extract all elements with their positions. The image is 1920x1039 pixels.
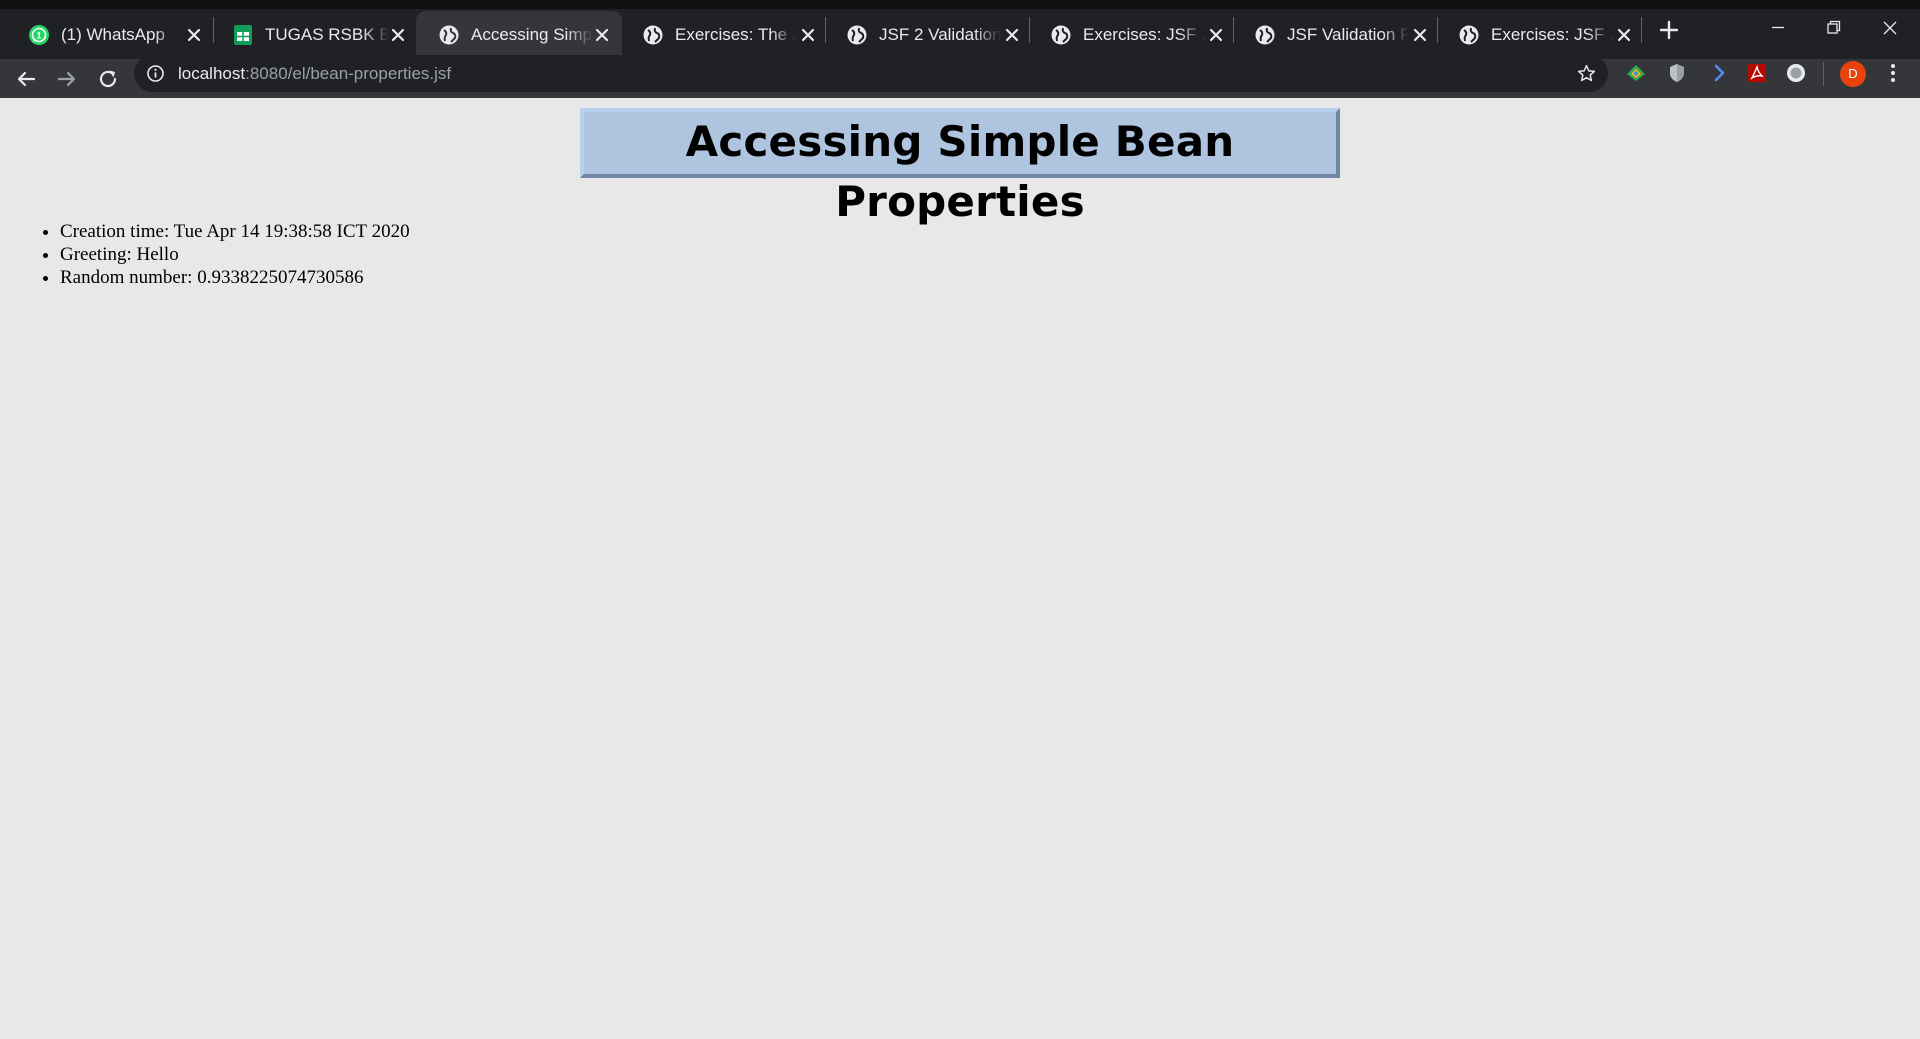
close-icon[interactable] <box>388 25 408 45</box>
tab-title: Exercises: The JSF 2 <box>675 25 797 44</box>
tab-jsf2-validation[interactable]: JSF 2 Validation Pa <box>824 11 1028 59</box>
page-title: Accessing Simple Bean Properties <box>685 117 1235 226</box>
list-item-greeting: Greeting: Hello <box>60 243 410 266</box>
url-host: localhost <box>178 64 246 83</box>
forward-button[interactable] <box>55 67 79 91</box>
close-icon[interactable] <box>1410 25 1430 45</box>
shield-icon[interactable] <box>1665 61 1689 85</box>
tab-title: TUGAS RSBK B - G <box>265 25 390 44</box>
info-icon[interactable] <box>146 64 165 83</box>
close-icon[interactable] <box>1206 25 1226 45</box>
svg-text:1: 1 <box>36 31 41 41</box>
bookmark-star-icon[interactable] <box>1576 63 1597 84</box>
more-menu-icon[interactable] <box>1883 61 1903 85</box>
globe-icon <box>1255 25 1275 45</box>
tab-exercises-jsf2-val-2[interactable]: Exercises: JSF 2 Val <box>1436 11 1640 59</box>
pdf-icon[interactable] <box>1745 61 1769 85</box>
tab-accessing-simple-bean[interactable]: Accessing Simple B <box>416 11 622 59</box>
tab-exercises-jsf2-val[interactable]: Exercises: JSF 2 Val <box>1028 11 1232 59</box>
page-content: Accessing Simple Bean Properties Creatio… <box>0 98 1920 1039</box>
url-path: :8080/el/bean-properties.jsf <box>245 64 452 83</box>
globe-icon <box>1459 25 1479 45</box>
record-icon[interactable] <box>1784 61 1808 85</box>
tab-jsf-validation-part[interactable]: JSF Validation Part <box>1232 11 1436 59</box>
tab-divider <box>1641 17 1642 43</box>
list-item-random-number: Random number: 0.9338225074730586 <box>60 266 410 289</box>
tab-title: Exercises: JSF 2 Val <box>1491 25 1613 44</box>
globe-icon <box>643 25 663 45</box>
tab-whatsapp[interactable]: 1 (1) WhatsApp <box>6 11 208 59</box>
globe-icon <box>439 25 459 45</box>
url-text[interactable]: localhost:8080/el/bean-properties.jsf <box>178 55 451 92</box>
close-icon[interactable] <box>592 25 612 45</box>
profile-avatar[interactable]: D <box>1840 61 1866 87</box>
bean-properties-list: Creation time: Tue Apr 14 19:38:58 ICT 2… <box>60 220 410 289</box>
tab-title: Exercises: JSF 2 Val <box>1083 25 1205 44</box>
close-icon[interactable] <box>184 25 204 45</box>
toolbar-divider <box>1823 62 1824 86</box>
tab-strip: 1 (1) WhatsApp TUGAS RSBK B - G Accessin… <box>0 0 1920 59</box>
back-button[interactable] <box>14 67 38 91</box>
minimize-button[interactable] <box>1762 12 1794 44</box>
tab-title: Accessing Simple B <box>471 25 593 44</box>
tab-exercises-jsf[interactable]: Exercises: The JSF 2 <box>620 11 824 59</box>
tab-title: JSF 2 Validation Pa <box>879 25 1001 44</box>
tab-title: (1) WhatsApp <box>61 25 165 44</box>
close-icon[interactable] <box>1002 25 1022 45</box>
new-tab-button[interactable] <box>1656 17 1682 43</box>
globe-icon <box>1051 25 1071 45</box>
extension-icon[interactable] <box>1624 61 1648 85</box>
list-item-creation-time: Creation time: Tue Apr 14 19:38:58 ICT 2… <box>60 220 410 243</box>
google-sheets-icon <box>234 25 252 45</box>
address-bar[interactable]: localhost:8080/el/bean-properties.jsf <box>134 55 1608 92</box>
reload-button[interactable] <box>96 67 120 91</box>
heading-box: Accessing Simple Bean Properties <box>580 108 1340 226</box>
restore-button[interactable] <box>1818 12 1850 44</box>
chevron-right-icon[interactable] <box>1707 61 1731 85</box>
close-window-button[interactable] <box>1874 12 1906 44</box>
tab-tugas-rsbk[interactable]: TUGAS RSBK B - G <box>210 11 414 59</box>
close-icon[interactable] <box>1614 25 1634 45</box>
tab-title: JSF Validation Part <box>1287 25 1409 44</box>
close-icon[interactable] <box>798 25 818 45</box>
whatsapp-icon: 1 <box>29 25 49 45</box>
globe-icon <box>847 25 867 45</box>
